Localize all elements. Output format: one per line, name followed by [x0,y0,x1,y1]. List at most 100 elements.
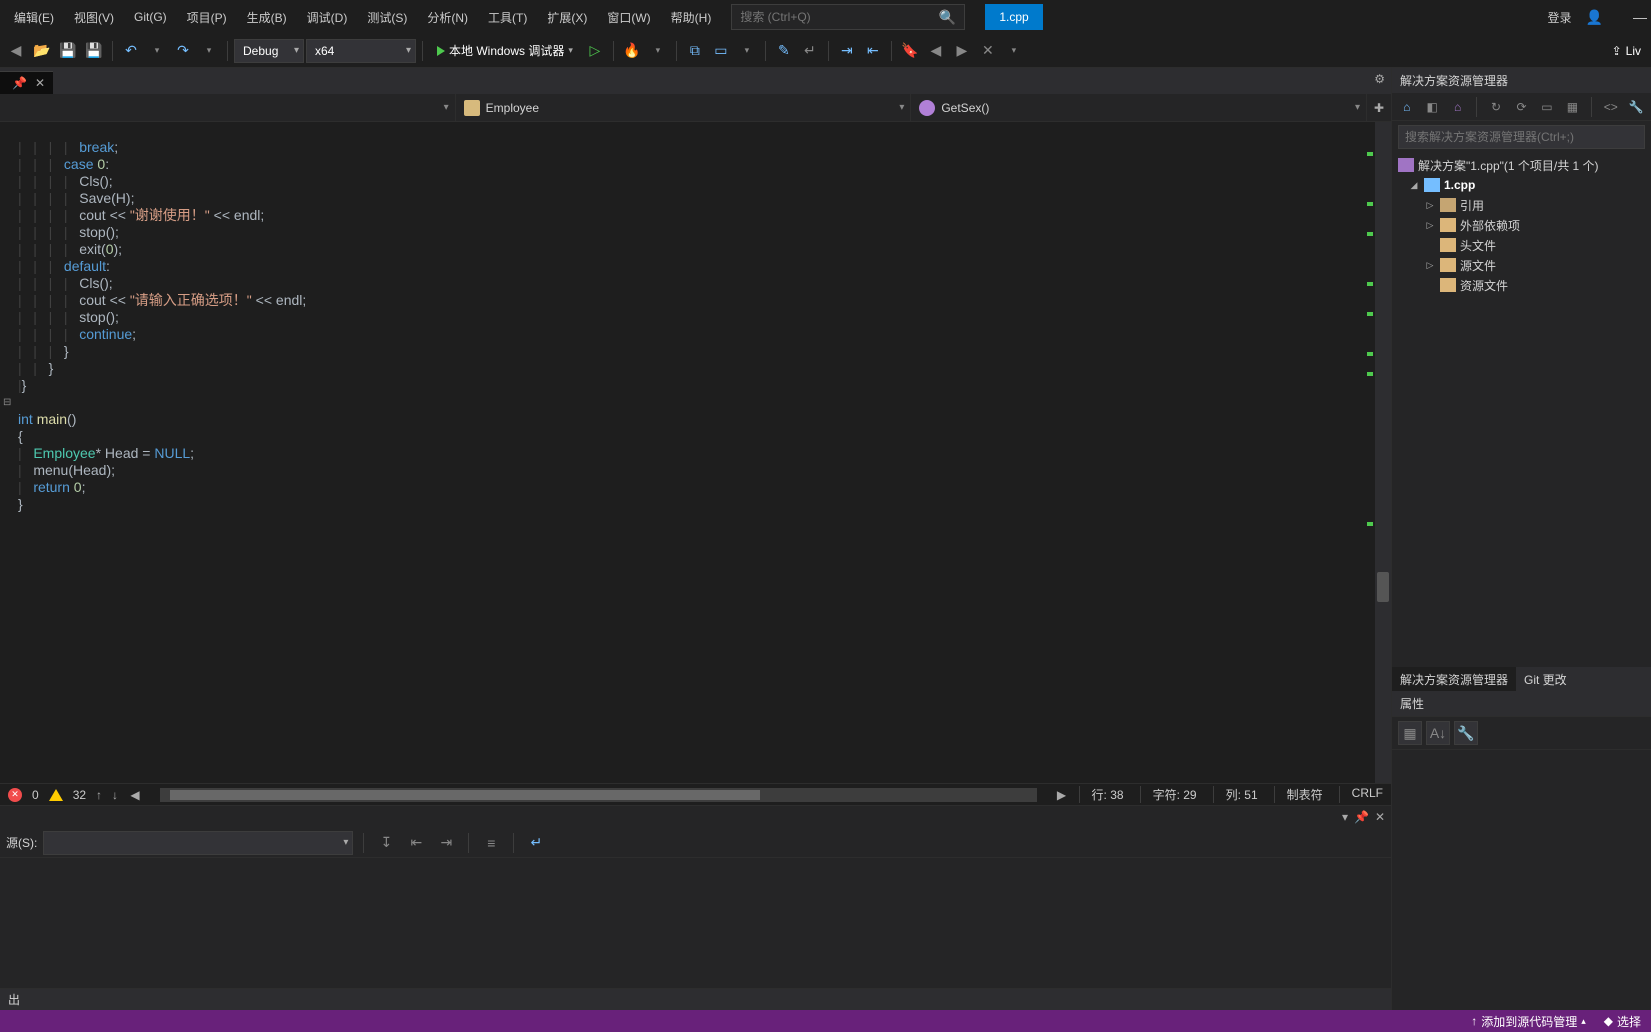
dropdown-icon[interactable]: ▾ [646,39,670,63]
prev-bookmark-icon[interactable]: ◀ [924,39,948,63]
menu-edit[interactable]: 编辑(E) [4,3,64,32]
indent-mode[interactable]: 制表符 [1274,786,1323,803]
configuration-dropdown[interactable]: Debug [234,39,304,63]
clear-all-icon[interactable]: ≡ [479,831,503,855]
go-to-prev-icon[interactable]: ⇤ [404,831,428,855]
output-source-dropdown[interactable] [43,831,353,855]
redo-icon[interactable]: ↷ [171,39,195,63]
resources-node[interactable]: 资源文件 [1392,275,1651,295]
property-pages-icon[interactable]: 🔧 [1454,721,1478,745]
platform-dropdown[interactable]: x64 [306,39,416,63]
alphabetical-icon[interactable]: A↓ [1426,721,1450,745]
switch-view-icon[interactable]: ◧ [1421,95,1442,119]
new-window-icon[interactable]: ⧉ [683,39,707,63]
next-bookmark-icon[interactable]: ▶ [950,39,974,63]
solution-tree[interactable]: 解决方案"1.cpp"(1 个项目/共 1 个) ◢ 1.cpp ▷ 引用 ▷ … [1392,153,1651,667]
redo-dropdown-icon[interactable]: ▾ [197,39,221,63]
project-node[interactable]: ◢ 1.cpp [1392,175,1651,195]
expand-icon[interactable]: ▷ [1424,220,1436,231]
live-share-button[interactable]: ⇪ Liv [1606,44,1647,58]
cursor-line[interactable]: 行: 38 [1079,786,1124,803]
save-all-icon[interactable]: 💾 [82,39,106,63]
close-icon[interactable]: ✕ [1375,810,1385,824]
open-file-icon[interactable]: 📂 [30,39,54,63]
menu-debug[interactable]: 调试(D) [297,3,358,32]
class-dropdown[interactable]: Employee [456,94,912,121]
code-content[interactable]: | | | | break; | | | case 0: | | | | Cls… [14,122,306,783]
scope-dropdown[interactable] [0,94,456,121]
global-search-input[interactable] [740,10,939,24]
clear-bookmark-icon[interactable]: ✕ [976,39,1000,63]
prev-issue-icon[interactable]: ↑ [96,788,102,802]
minimize-icon[interactable]: — [1633,9,1647,25]
undo-icon[interactable]: ↶ [119,39,143,63]
fold-gutter[interactable]: ⊟ [0,122,14,783]
categorize-icon[interactable]: ▦ [1398,721,1422,745]
tab-options-icon[interactable]: ⚙ [1374,72,1385,86]
git-changes-tab[interactable]: Git 更改 [1516,667,1575,691]
pending-changes-icon[interactable]: ↻ [1485,95,1506,119]
error-icon[interactable]: ✕ [8,788,22,802]
fold-toggle-icon[interactable]: ⊟ [3,394,11,411]
save-icon[interactable]: 💾 [56,39,80,63]
back-button[interactable]: ◀ [4,39,28,63]
active-document-tab[interactable]: 1.cpp [985,4,1042,30]
expand-icon[interactable]: ▷ [1424,260,1436,271]
solution-search[interactable] [1398,125,1645,149]
menu-tools[interactable]: 工具(T) [478,3,537,32]
menu-view[interactable]: 视图(V) [64,3,124,32]
dropdown-icon[interactable]: ▾ [735,39,759,63]
scroll-right-icon[interactable]: ▶ [1055,788,1069,802]
dropdown-icon[interactable]: ▾ [1342,810,1348,824]
vertical-scrollbar[interactable] [1375,122,1391,783]
preview-icon[interactable]: 🔧 [1626,95,1647,119]
warning-icon[interactable] [49,789,63,801]
home-icon[interactable]: ⌂ [1396,95,1417,119]
outdent-icon[interactable]: ⇤ [861,39,885,63]
expand-icon[interactable]: ◢ [1408,180,1420,191]
pin-icon[interactable]: 📌 [12,76,27,90]
bookmark-icon[interactable]: 🔖 [898,39,922,63]
line-ending[interactable]: CRLF [1339,786,1383,803]
external-deps-node[interactable]: ▷ 外部依赖项 [1392,215,1651,235]
add-to-source-control[interactable]: ↑ 添加到源代码管理 ▴ [1471,1013,1586,1030]
output-tab[interactable]: 出 [0,988,1391,1010]
overflow-icon[interactable]: ▾ [1002,39,1026,63]
show-all-files-icon[interactable]: ▦ [1562,95,1583,119]
word-wrap-icon[interactable]: ↵ [524,831,548,855]
solution-search-input[interactable] [1405,130,1638,144]
output-content[interactable] [0,858,1391,988]
collapse-all-icon[interactable]: ▭ [1536,95,1557,119]
show-whitespace-icon[interactable]: ✎ [772,39,796,63]
menu-extensions[interactable]: 扩展(X) [537,3,597,32]
global-search[interactable]: 🔍 [731,4,965,30]
scroll-thumb[interactable] [170,790,760,800]
headers-node[interactable]: 头文件 [1392,235,1651,255]
menu-window[interactable]: 窗口(W) [597,3,660,32]
close-tab-icon[interactable]: ✕ [35,76,45,90]
go-to-source-icon[interactable]: ⇥ [434,831,458,855]
document-tab[interactable]: 📌 ✕ [0,71,53,94]
scroll-left-icon[interactable]: ◀ [128,788,142,802]
word-wrap-icon[interactable]: ↵ [798,39,822,63]
split-editor-icon[interactable]: ✚ [1367,94,1391,121]
references-node[interactable]: ▷ 引用 [1392,195,1651,215]
properties-icon[interactable]: <> [1600,95,1621,119]
solution-explorer-tab[interactable]: 解决方案资源管理器 [1392,667,1516,691]
start-debugging-button[interactable]: 本地 Windows 调试器 ▾ [429,39,581,63]
user-icon[interactable]: 👤 [1586,9,1603,26]
undo-dropdown-icon[interactable]: ▾ [145,39,169,63]
go-to-next-icon[interactable]: ↧ [374,831,398,855]
pin-icon[interactable]: 📌 [1354,810,1369,824]
start-without-debugging-icon[interactable]: ▷ [583,39,607,63]
cursor-col[interactable]: 列: 51 [1213,786,1258,803]
home-solution-icon[interactable]: ⌂ [1447,95,1468,119]
select-repository[interactable]: ◆ 选择 [1604,1013,1641,1030]
sources-node[interactable]: ▷ 源文件 [1392,255,1651,275]
menu-build[interactable]: 生成(B) [237,3,297,32]
cursor-char[interactable]: 字符: 29 [1140,786,1197,803]
menu-help[interactable]: 帮助(H) [661,3,722,32]
properties-grid[interactable] [1392,750,1651,1010]
horizontal-scrollbar[interactable] [160,788,1037,802]
code-editor[interactable]: ⊟ | | | | break; | | | case 0: | | | | C… [0,122,1391,783]
